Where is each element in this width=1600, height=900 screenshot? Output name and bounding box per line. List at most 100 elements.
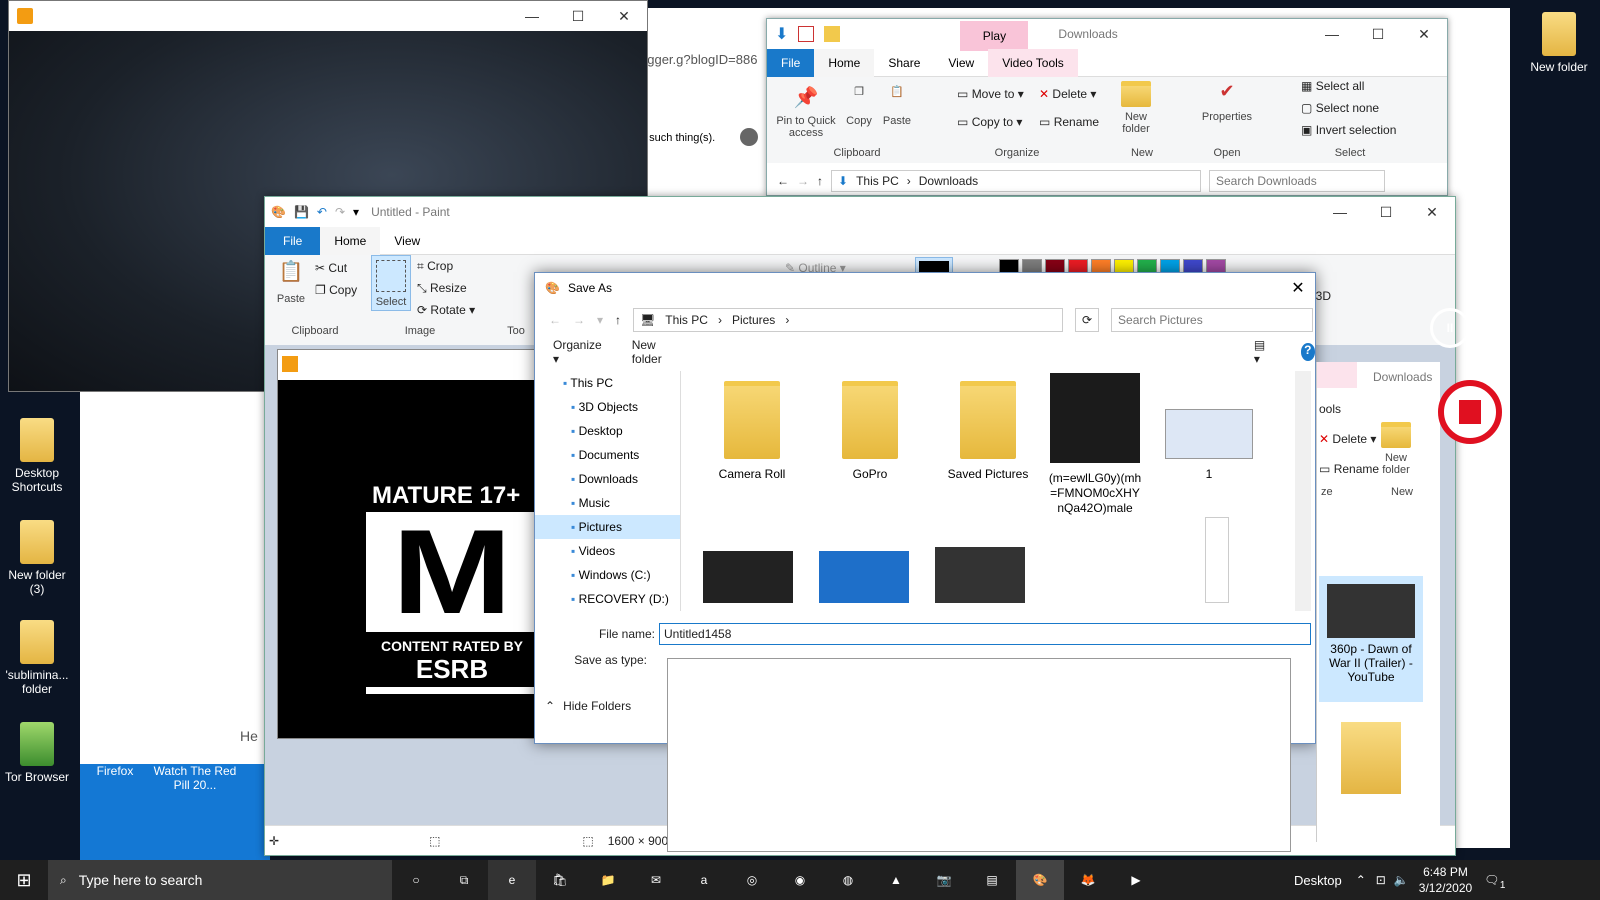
image-thumbnail[interactable] [1205, 517, 1229, 603]
camera-icon[interactable]: 📷 [920, 860, 968, 900]
list-item[interactable]: (m=ewlLG0y)(mh=FMNOM0cXHYnQa42O)male [1047, 373, 1143, 516]
firefox-icon[interactable]: 🦊 [1064, 860, 1112, 900]
tab-video-tools[interactable]: ools [1319, 402, 1341, 416]
nav-item[interactable]: ▪ Documents [535, 443, 680, 467]
network-icon[interactable]: ⊡ [1376, 873, 1386, 887]
nav-item[interactable]: ▪ 3D Objects [535, 395, 680, 419]
start-button[interactable]: ⊞ [0, 860, 48, 900]
tab-video-tools[interactable]: Video Tools [988, 48, 1078, 77]
nav-item[interactable]: ▪ Pictures [535, 515, 680, 539]
undo-icon[interactable]: ↶ [317, 205, 327, 219]
desktop-icon-new-folder-3[interactable]: New folder (3) [0, 520, 74, 596]
minimize-icon[interactable]: — [1309, 26, 1355, 42]
address-bar[interactable]: ogger.g?blogID=886 [640, 52, 757, 67]
record-button[interactable] [1438, 380, 1502, 444]
close-icon[interactable]: ✕ [1409, 204, 1455, 221]
cortana-icon[interactable]: ○ [392, 860, 440, 900]
forward-icon[interactable]: → [797, 174, 809, 188]
minimize-icon[interactable]: — [509, 8, 555, 24]
new-folder-button[interactable]: New folder [1373, 422, 1419, 476]
breadcrumb[interactable]: 🖥 This PC › Pictures › [633, 308, 1064, 332]
properties-button[interactable]: ✔ Properties [1197, 81, 1257, 123]
select-all-button[interactable]: ▦ Select all [1301, 79, 1364, 93]
nav-item[interactable]: ▪ Desktop [535, 419, 680, 443]
desktop-icon-subliminal-folder[interactable]: 'sublimina... folder [0, 620, 74, 696]
paste-button[interactable]: 📋 Paste [271, 259, 311, 305]
list-item[interactable]: Camera Roll [697, 381, 807, 482]
close-icon[interactable]: ✕ [1281, 278, 1315, 298]
redo-icon[interactable]: ↷ [335, 205, 345, 219]
tripadvisor-icon[interactable]: ◎ [728, 860, 776, 900]
disc-icon[interactable]: ◍ [824, 860, 872, 900]
tab-share[interactable]: Share [874, 49, 934, 77]
back-icon[interactable]: ← [549, 313, 561, 327]
list-item[interactable]: GoPro [815, 381, 925, 482]
edge-icon[interactable]: e [488, 860, 536, 900]
scrollbar[interactable] [1295, 371, 1311, 611]
vlc-icon[interactable]: ▲ [872, 860, 920, 900]
recent-dropdown-icon[interactable]: ▾ [597, 313, 603, 327]
amazon-icon[interactable]: a [680, 860, 728, 900]
clock[interactable]: 6:48 PM 3/12/2020 [1419, 864, 1472, 896]
tab-file[interactable]: File [767, 48, 815, 77]
crop-button[interactable]: ⌗ Crop [417, 259, 453, 274]
image-thumbnail[interactable] [703, 551, 793, 603]
pin-quick-access-button[interactable]: 📌 Pin to Quick access [773, 85, 839, 139]
nav-item[interactable]: ▪ Downloads [535, 467, 680, 491]
forward-icon[interactable]: → [573, 313, 585, 327]
back-icon[interactable]: ← [777, 174, 789, 188]
play-context-tab[interactable]: Play [960, 21, 1029, 51]
delete-button[interactable]: ✕ Delete ▾ [1319, 432, 1376, 446]
play-tab[interactable] [1317, 362, 1357, 388]
rotate-button[interactable]: ⟳ Rotate ▾ [417, 303, 475, 317]
properties-icon[interactable] [798, 26, 815, 42]
nav-item[interactable]: ▪ Windows (C:) [535, 563, 680, 587]
new-folder-button[interactable]: New folder [1113, 81, 1159, 135]
breadcrumb[interactable]: ⬇ This PC › Downloads [831, 170, 1201, 192]
search-box[interactable]: ⌕ Type here to search [48, 860, 392, 900]
hide-folders-button[interactable]: ⌃ Hide Folders [545, 699, 631, 713]
search-input[interactable]: Search Pictures [1111, 308, 1314, 332]
desktop-icon-shortcuts[interactable]: Desktop Shortcuts [0, 418, 74, 494]
copy-to-button[interactable]: ▭ Copy to ▾ [957, 115, 1022, 129]
media-icon[interactable]: ◉ [776, 860, 824, 900]
invert-selection-button[interactable]: ▣ Invert selection [1301, 123, 1396, 137]
copy-button[interactable]: ❐ Copy [315, 283, 357, 297]
document-icon[interactable]: ▤ [968, 860, 1016, 900]
mail-icon[interactable]: ✉ [632, 860, 680, 900]
maximize-icon[interactable]: ☐ [1355, 26, 1401, 43]
delete-button[interactable]: ✕ Delete ▾ [1039, 87, 1096, 101]
tab-home[interactable]: Home [814, 48, 875, 77]
video-frame[interactable]: MATURE 17+ M CONTENT RATED BY ESRB [278, 380, 546, 738]
nav-item[interactable]: ▪ RECOVERY (D:) [535, 587, 680, 611]
copy-button[interactable]: ❐ Copy [841, 85, 877, 127]
file-name-input[interactable]: Untitled1458 [659, 623, 1311, 645]
desktop-icon-firefox[interactable]: Firefox [80, 764, 150, 778]
quick-access-dropdown-icon[interactable]: ▾ [353, 205, 359, 219]
volume-icon[interactable]: 🔈 [1394, 873, 1409, 887]
resize-button[interactable]: ⤡ Resize [417, 281, 467, 296]
select-button[interactable]: Select [371, 255, 411, 311]
list-item[interactable]: 1 [1161, 409, 1257, 482]
pause-icon[interactable]: II [1430, 308, 1470, 348]
nav-item[interactable]: ▪ Videos [535, 539, 680, 563]
list-item[interactable]: Saved Pictures [933, 381, 1043, 482]
nav-item[interactable]: ▪ This PC [535, 371, 680, 395]
new-folder-button[interactable]: New folder [632, 338, 678, 366]
nav-item[interactable]: ▪ Music [535, 491, 680, 515]
up-icon[interactable]: ↑ [615, 313, 621, 327]
search-input[interactable]: Search Downloads [1209, 170, 1385, 192]
image-thumbnail[interactable] [935, 547, 1025, 603]
file-explorer-icon[interactable]: 📁 [584, 860, 632, 900]
autocomplete-dropdown[interactable] [667, 658, 1291, 852]
folder-icon[interactable] [1341, 722, 1401, 794]
minimize-icon[interactable]: — [1317, 204, 1363, 220]
close-icon[interactable]: ✕ [1401, 26, 1447, 43]
paste-button[interactable]: 📋 Paste [879, 85, 915, 127]
paint-taskbar-icon[interactable]: 🎨 [1016, 860, 1064, 900]
tab-view[interactable]: View [934, 49, 988, 77]
tab-view[interactable]: View [380, 227, 434, 255]
maximize-icon[interactable]: ☐ [555, 8, 601, 25]
maximize-icon[interactable]: ☐ [1363, 204, 1409, 221]
chevron-up-icon[interactable]: ⌃ [1356, 873, 1366, 887]
